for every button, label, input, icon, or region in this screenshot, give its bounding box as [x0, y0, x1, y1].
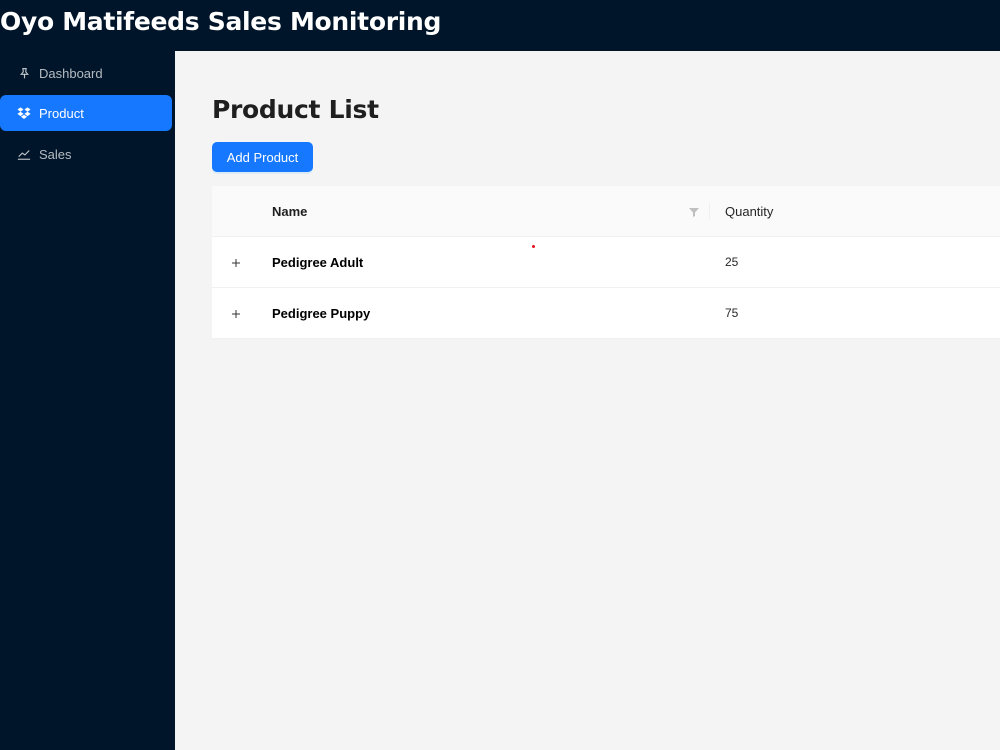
- table-row: Pedigree Adult 25: [212, 237, 1000, 288]
- sidebar-item-dashboard[interactable]: Dashboard: [0, 55, 172, 91]
- add-product-button[interactable]: Add Product: [212, 142, 313, 172]
- product-table: Name Quantity Pedigree Adult 25 Pedigree…: [212, 186, 1000, 339]
- product-quantity-cell: 25: [725, 255, 739, 269]
- product-name-cell: Pedigree Puppy: [272, 305, 371, 321]
- sidebar-item-sales[interactable]: Sales: [0, 136, 172, 172]
- table-header: Name Quantity: [212, 186, 1000, 237]
- sidebar: Dashboard Product Sales: [0, 51, 175, 750]
- product-name-cell: Pedigree Adult: [272, 254, 364, 270]
- dropbox-icon: [16, 105, 32, 121]
- product-quantity-cell: 75: [725, 306, 739, 320]
- expand-row-icon[interactable]: [228, 306, 243, 321]
- main-content: Product List Add Product Name Quantity P…: [175, 51, 1000, 750]
- expand-row-icon[interactable]: [228, 255, 243, 270]
- sidebar-item-label: Sales: [39, 146, 72, 162]
- sidebar-item-label: Product: [39, 105, 84, 121]
- column-header-name: Name: [272, 203, 308, 219]
- filter-icon[interactable]: [688, 205, 700, 217]
- cursor-dot: [532, 245, 535, 248]
- column-header-quantity: Quantity: [725, 203, 774, 219]
- column-divider: [709, 203, 710, 220]
- app-header: Oyo Matifeeds Sales Monitoring: [0, 0, 1000, 51]
- page-title: Product List: [212, 95, 379, 124]
- sidebar-item-product[interactable]: Product: [0, 95, 172, 131]
- pushpin-icon: [16, 65, 32, 81]
- line-chart-icon: [16, 146, 32, 162]
- sidebar-item-label: Dashboard: [39, 65, 103, 81]
- table-row: Pedigree Puppy 75: [212, 288, 1000, 339]
- app-title: Oyo Matifeeds Sales Monitoring: [0, 7, 442, 36]
